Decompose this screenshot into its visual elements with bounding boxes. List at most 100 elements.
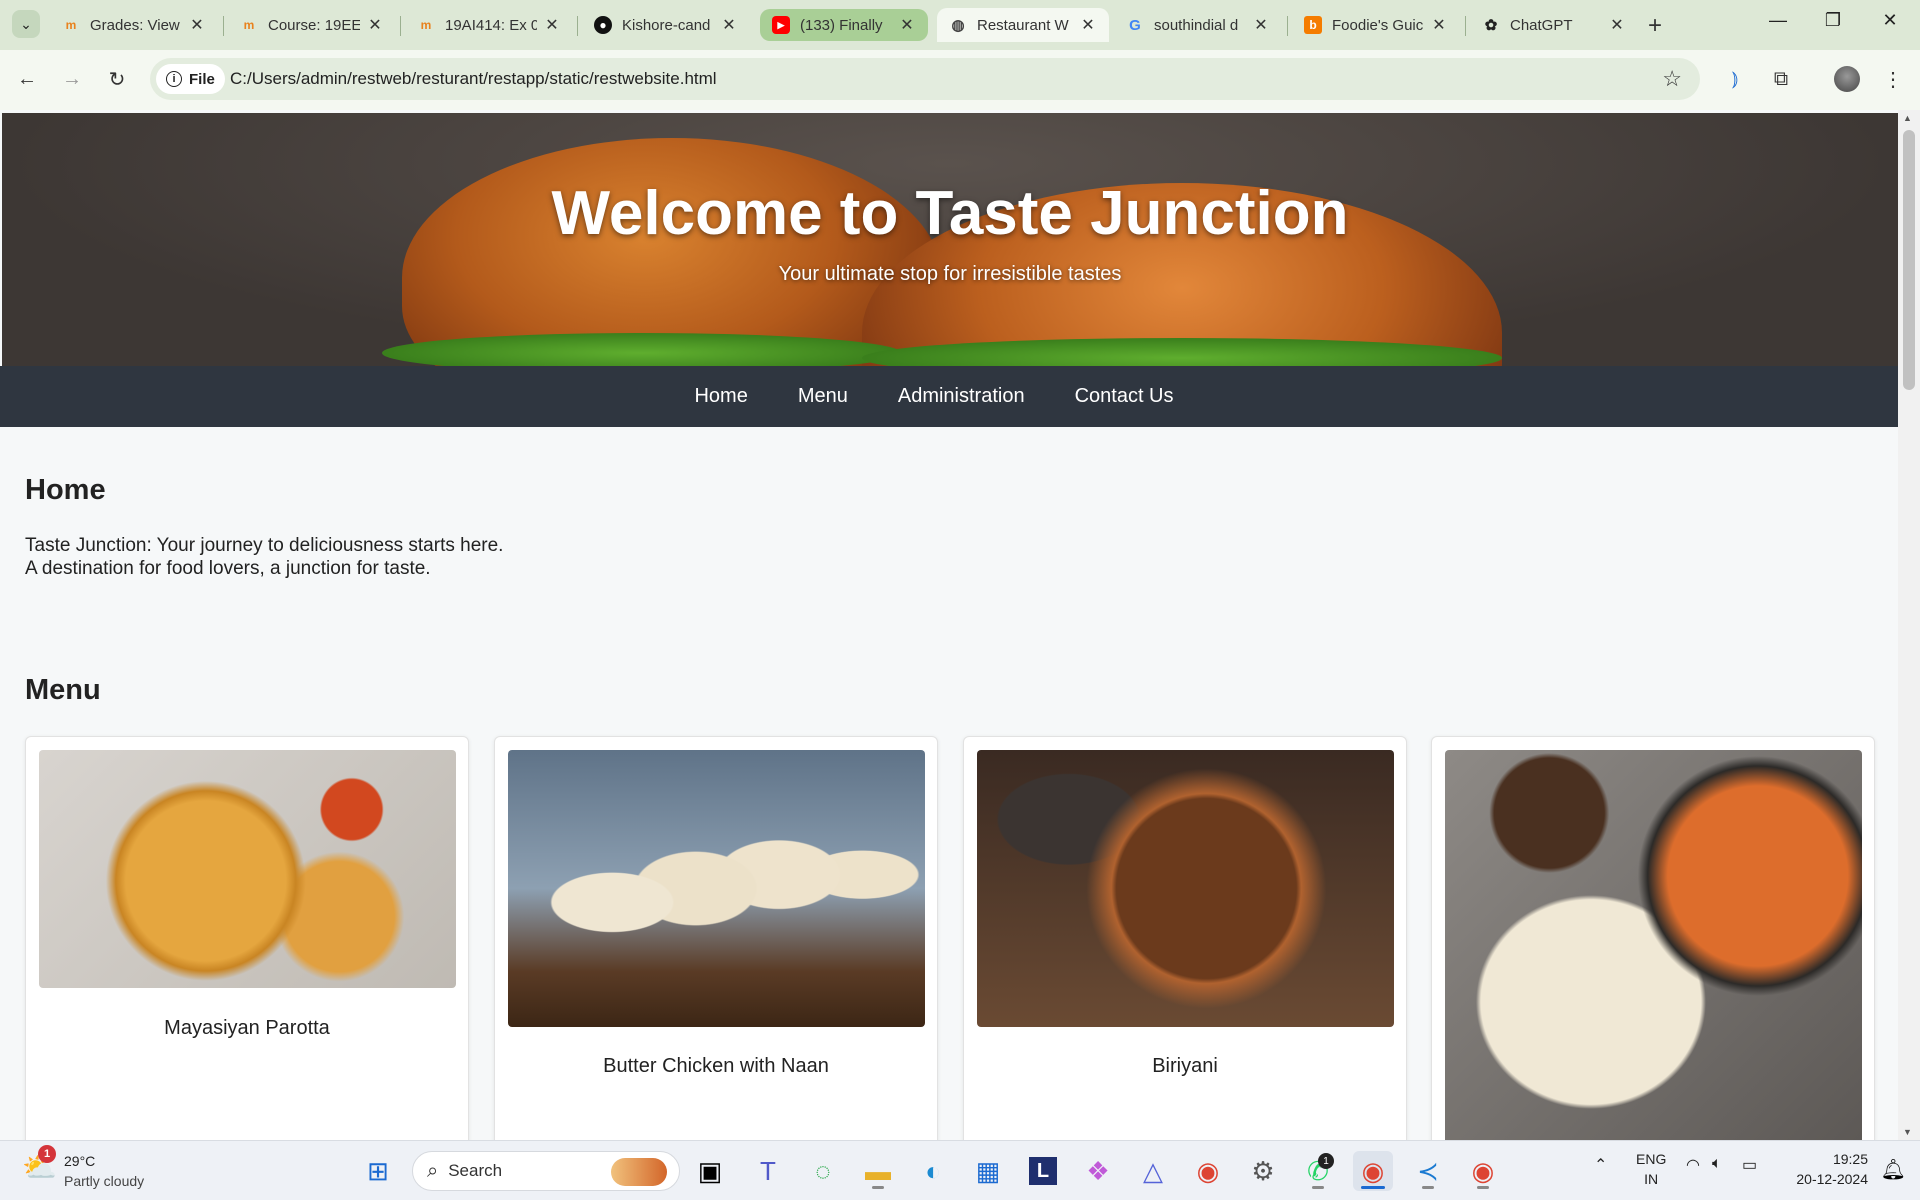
close-icon[interactable]: ✕ [1079, 15, 1097, 35]
tab-foodies[interactable]: b Foodie's Guic ✕ [1292, 8, 1460, 42]
burger-image-left [402, 138, 942, 366]
new-tab-button[interactable]: + [1648, 12, 1662, 40]
url-text[interactable]: C:/Users/admin/restweb/resturant/restapp… [230, 69, 717, 89]
language-indicator[interactable]: ENG IN [1636, 1149, 1666, 1189]
back-button[interactable]: ← [12, 64, 42, 94]
search-icon: ⌕ [427, 1159, 439, 1182]
hero-title: Welcome to Taste Junction [551, 179, 1349, 248]
menu-item-name: Butter Chicken with Naan [603, 1055, 829, 1077]
tab-title: Kishore-cand [622, 16, 711, 34]
close-icon[interactable]: ✕ [366, 15, 384, 35]
close-icon: ✕ [1882, 10, 1898, 30]
arrow-right-icon: → [62, 67, 82, 90]
running-indicator [1422, 1186, 1434, 1189]
windows-taskbar: ⛅ 1 29°C Partly cloudy ⊞ ⌕ Search ▣ T ◌ … [0, 1140, 1920, 1200]
l-app[interactable]: L [1023, 1151, 1063, 1191]
extensions-icon[interactable]: ⧉ [1766, 64, 1796, 94]
tab-grades[interactable]: m Grades: View ✕ [50, 8, 218, 42]
taskbar-search[interactable]: ⌕ Search [412, 1151, 680, 1191]
proton-app[interactable]: △ [1133, 1151, 1173, 1191]
tab-restaurant[interactable]: ◍ Restaurant W ✕ [937, 8, 1109, 42]
clock-time: 19:25 [1832, 1151, 1868, 1167]
menu-card[interactable]: Butter Chicken with Naan [494, 736, 938, 1140]
site-info-label: File [189, 70, 215, 88]
page-scrollbar[interactable]: ▲ ▼ [1898, 110, 1920, 1140]
site-info-chip[interactable]: i File [156, 64, 225, 94]
store-app[interactable]: ▦ [968, 1151, 1008, 1191]
tab-github[interactable]: ● Kishore-cand ✕ [582, 8, 750, 42]
tab-google[interactable]: G southindial d ✕ [1114, 8, 1282, 42]
scroll-up-icon[interactable]: ▲ [1903, 113, 1912, 123]
tab-title: 19AI414: Ex 0 [445, 16, 537, 34]
menu-card[interactable]: Biriyani [963, 736, 1407, 1140]
wifi-icon[interactable]: ◠ [1686, 1155, 1700, 1175]
close-icon[interactable]: ✕ [1430, 15, 1448, 35]
weather-condition: Partly cloudy [64, 1173, 145, 1189]
proton-icon: △ [1143, 1155, 1163, 1186]
menu-kebab-icon[interactable]: ⋮ [1878, 64, 1908, 94]
running-indicator [872, 1186, 884, 1189]
tab-youtube[interactable]: ▶ (133) Finally ✕ [760, 9, 928, 41]
chrome-icon: ◉ [1471, 1155, 1495, 1186]
nav-administration-link[interactable]: Administration [898, 385, 1025, 408]
close-icon[interactable]: ✕ [543, 15, 561, 35]
start-button[interactable]: ⊞ [358, 1151, 398, 1191]
forward-button[interactable]: → [57, 64, 87, 94]
chrome-active-app[interactable]: ◉ [1353, 1151, 1393, 1191]
minimize-button[interactable]: — [1766, 10, 1790, 31]
menu-card[interactable]: Mayasiyan Parotta [25, 736, 469, 1140]
battery-icon[interactable]: ▭ [1742, 1155, 1757, 1175]
nav-menu-link[interactable]: Menu [798, 385, 848, 408]
browser-toolbar: ← → ↻ i File C:/Users/admin/restweb/rest… [0, 50, 1920, 110]
vscode-app[interactable]: ≺ [1408, 1151, 1448, 1191]
close-icon[interactable]: ✕ [720, 15, 738, 35]
system-clock[interactable]: 19:25 20-12-2024 [1796, 1149, 1868, 1189]
read-aloud-icon[interactable]: ⦆ [1720, 64, 1750, 94]
lang-top: ENG [1636, 1151, 1667, 1167]
chevron-down-icon: ⌄ [20, 15, 32, 32]
close-icon[interactable]: ✕ [898, 15, 916, 35]
tab-divider [1287, 16, 1288, 36]
teams-app[interactable]: T [748, 1151, 788, 1191]
settings-app[interactable]: ⚙ [1243, 1151, 1283, 1191]
bookmark-star-icon[interactable]: ☆ [1662, 66, 1682, 92]
tray-overflow-button[interactable]: ⌃ [1594, 1155, 1607, 1175]
refresh-app[interactable]: ◌ [803, 1151, 843, 1191]
edge-app[interactable]: ◐ [913, 1151, 953, 1191]
nav-contact-link[interactable]: Contact Us [1075, 385, 1174, 408]
notification-bell-icon[interactable]: 🔔︎ [1881, 1157, 1906, 1182]
youtube-icon: ▶ [772, 16, 790, 34]
reload-button[interactable]: ↻ [102, 64, 132, 94]
page-viewport: Welcome to Taste Junction Your ultimate … [0, 110, 1920, 1140]
home-heading: Home [25, 474, 106, 506]
chrome-profile-app[interactable]: ◉ [1463, 1151, 1503, 1191]
file-explorer-app[interactable]: ▬ [858, 1151, 898, 1191]
tab-19ai414[interactable]: m 19AI414: Ex 0 ✕ [405, 8, 573, 42]
profile-avatar[interactable] [1832, 64, 1862, 94]
scroll-down-icon[interactable]: ▼ [1903, 1127, 1912, 1137]
menu-item-name: Biriyani [1152, 1055, 1218, 1077]
teams-icon: T [760, 1155, 776, 1186]
moodle-icon: m [243, 18, 255, 32]
chrome-app[interactable]: ◉ [1188, 1151, 1228, 1191]
close-icon[interactable]: ✕ [188, 15, 206, 35]
copilot-app[interactable]: ❖ [1078, 1151, 1118, 1191]
address-bar[interactable]: i File C:/Users/admin/restweb/resturant/… [150, 58, 1700, 100]
scrollbar-thumb[interactable] [1903, 130, 1915, 390]
moodle-icon: m [65, 18, 77, 32]
whatsapp-app[interactable]: ✆ 1 [1298, 1151, 1338, 1191]
close-icon[interactable]: ✕ [1252, 15, 1270, 35]
volume-icon[interactable]: 🔈︎ [1712, 1155, 1722, 1173]
tab-search-button[interactable]: ⌄ [12, 10, 40, 38]
tab-title: ChatGPT [1510, 16, 1573, 34]
home-line-2: A destination for food lovers, a junctio… [25, 558, 431, 579]
close-icon[interactable]: ✕ [1608, 15, 1626, 35]
close-window-button[interactable]: ✕ [1878, 10, 1902, 31]
restore-button[interactable]: ❐ [1821, 10, 1845, 31]
plus-icon: + [1648, 12, 1663, 39]
tab-course[interactable]: m Course: 19EE ✕ [228, 8, 396, 42]
menu-card[interactable] [1431, 736, 1875, 1140]
nav-home-link[interactable]: Home [694, 385, 747, 408]
tab-chatgpt[interactable]: ✿ ChatGPT ✕ [1470, 8, 1638, 42]
task-view-button[interactable]: ▣ [690, 1151, 730, 1191]
